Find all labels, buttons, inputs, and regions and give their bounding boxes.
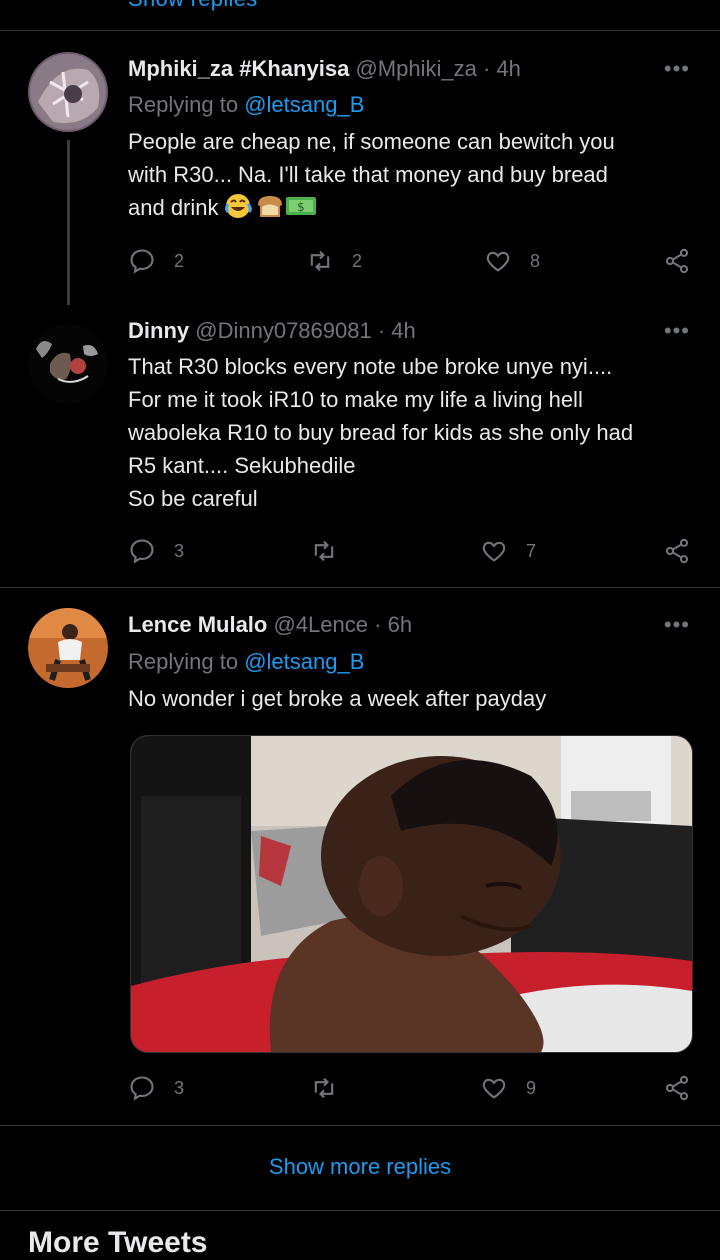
tweet-lence[interactable]: Lence Mulalo @4Lence · 6h ••• Replying t…	[0, 588, 720, 1125]
retweet-button[interactable]	[310, 1073, 356, 1103]
user-handle[interactable]: @Mphiki_za	[355, 56, 476, 81]
user-handle[interactable]: @4Lence	[273, 612, 368, 637]
more-options-icon[interactable]: •••	[664, 318, 690, 344]
share-button[interactable]	[663, 536, 691, 566]
tweet-text: No wonder i get broke a week after payda…	[128, 686, 547, 711]
tweet-header: Dinny @Dinny07869081 · 4h	[128, 318, 416, 344]
reply-count: 3	[174, 1077, 185, 1098]
tweet-header: Lence Mulalo @4Lence · 6h	[128, 612, 412, 638]
replying-to-handle[interactable]: @letsang_B	[244, 92, 364, 117]
more-options-icon[interactable]: •••	[664, 612, 690, 638]
display-name[interactable]: Mphiki_za #Khanyisa	[128, 56, 349, 81]
separator: ·	[374, 612, 382, 637]
separator: ·	[377, 318, 386, 343]
timestamp[interactable]: 4h	[391, 318, 415, 343]
replying-to-handle[interactable]: @letsang_B	[244, 649, 364, 674]
share-icon	[665, 248, 689, 274]
reply-count: 3	[174, 540, 185, 561]
heart-icon	[482, 1078, 506, 1099]
reply-button[interactable]: 3	[128, 536, 184, 566]
money-emoji: $	[285, 193, 317, 228]
like-count: 7	[526, 540, 537, 561]
retweet-button[interactable]: 2	[306, 246, 362, 276]
tweet-text: People are cheap ne, if someone can bewi…	[128, 129, 615, 220]
joy-emoji	[224, 193, 255, 228]
reply-icon	[130, 249, 154, 274]
timestamp[interactable]: 6h	[388, 612, 412, 637]
tweet-actions: 3 9	[128, 1073, 693, 1103]
share-button[interactable]	[663, 246, 691, 276]
retweet-icon	[310, 250, 330, 272]
section-title: More Tweets	[28, 1226, 208, 1259]
replying-to-label: Replying to	[128, 649, 239, 674]
share-icon	[665, 538, 689, 564]
thread-line	[67, 140, 70, 305]
show-replies-link[interactable]: Show replies	[128, 0, 258, 12]
separator: ·	[482, 56, 491, 81]
like-count: 8	[530, 250, 541, 271]
more-options-icon[interactable]: •••	[664, 56, 690, 82]
tweet-header: Mphiki_za #Khanyisa @Mphiki_za · 4h	[128, 56, 521, 82]
tweet-actions: 3 7	[128, 536, 693, 566]
tweet-text-block: People are cheap ne, if someone can bewi…	[128, 125, 708, 228]
tweet-text: That R30 blocks every note ube broke uny…	[128, 354, 634, 511]
tweet-mphiki[interactable]: Mphiki_za #Khanyisa @Mphiki_za · 4h ••• …	[0, 30, 720, 310]
heart-icon	[486, 251, 510, 272]
like-button[interactable]: 7	[480, 536, 536, 566]
display-name[interactable]: Dinny	[128, 318, 189, 343]
retweet-count: 2	[352, 250, 363, 271]
like-button[interactable]: 8	[484, 246, 540, 276]
retweet-button[interactable]	[310, 536, 356, 566]
replying-to-label: Replying to	[128, 92, 239, 117]
baby-photo	[131, 736, 692, 1052]
svg-text:$: $	[297, 200, 305, 214]
divider	[0, 1125, 720, 1126]
replying-to: Replying to @letsang_B	[128, 649, 364, 675]
tweet-photo[interactable]	[130, 735, 693, 1053]
avatar[interactable]	[28, 608, 108, 688]
reply-icon	[130, 1076, 154, 1101]
share-button[interactable]	[663, 1073, 691, 1103]
bread-emoji	[255, 193, 285, 228]
avatar[interactable]	[28, 52, 108, 132]
tweet-actions: 2 2 8	[128, 246, 693, 276]
retweet-icon	[314, 540, 334, 562]
reply-count: 2	[174, 250, 185, 271]
replying-to: Replying to @letsang_B	[128, 92, 364, 118]
reply-button[interactable]: 3	[128, 1073, 184, 1103]
timestamp[interactable]: 4h	[496, 56, 520, 81]
user-handle[interactable]: @Dinny07869081	[195, 318, 371, 343]
retweet-icon	[314, 1077, 334, 1099]
divider	[0, 1210, 720, 1211]
like-count: 9	[526, 1077, 537, 1098]
reply-icon	[130, 539, 154, 564]
display-name[interactable]: Lence Mulalo	[128, 612, 267, 637]
share-icon	[665, 1075, 689, 1101]
heart-icon	[482, 541, 506, 562]
tweet-dinny[interactable]: Dinny @Dinny07869081 · 4h ••• That R30 b…	[0, 310, 720, 588]
avatar[interactable]	[28, 324, 108, 404]
show-more-replies-link[interactable]: Show more replies	[0, 1154, 720, 1180]
reply-button[interactable]: 2	[128, 246, 184, 276]
like-button[interactable]: 9	[480, 1073, 536, 1103]
